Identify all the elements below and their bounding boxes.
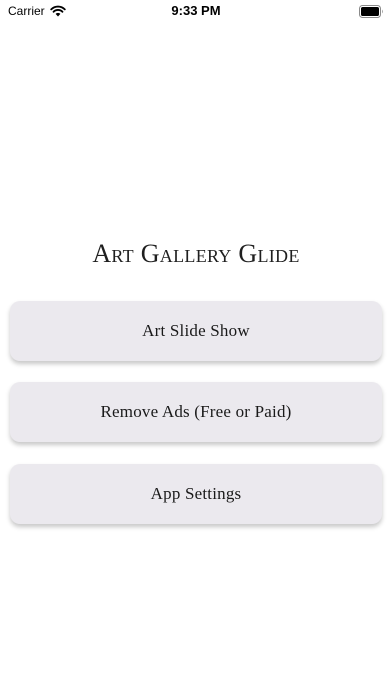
status-time: 9:33 PM	[171, 3, 221, 18]
remove-ads-label: Remove Ads (Free or Paid)	[100, 402, 292, 421]
app-settings-label: App Settings	[150, 484, 242, 503]
art-slide-show-button[interactable]: Art Slide Show	[10, 301, 382, 361]
app-settings-button[interactable]: App Settings	[10, 464, 382, 524]
app-title: Art Gallery Glide	[92, 239, 300, 268]
status-bar: Carrier 9:33 PM	[0, 0, 392, 24]
art-slide-show-label: Art Slide Show	[142, 321, 250, 340]
remove-ads-button[interactable]: Remove Ads (Free or Paid)	[10, 382, 382, 442]
